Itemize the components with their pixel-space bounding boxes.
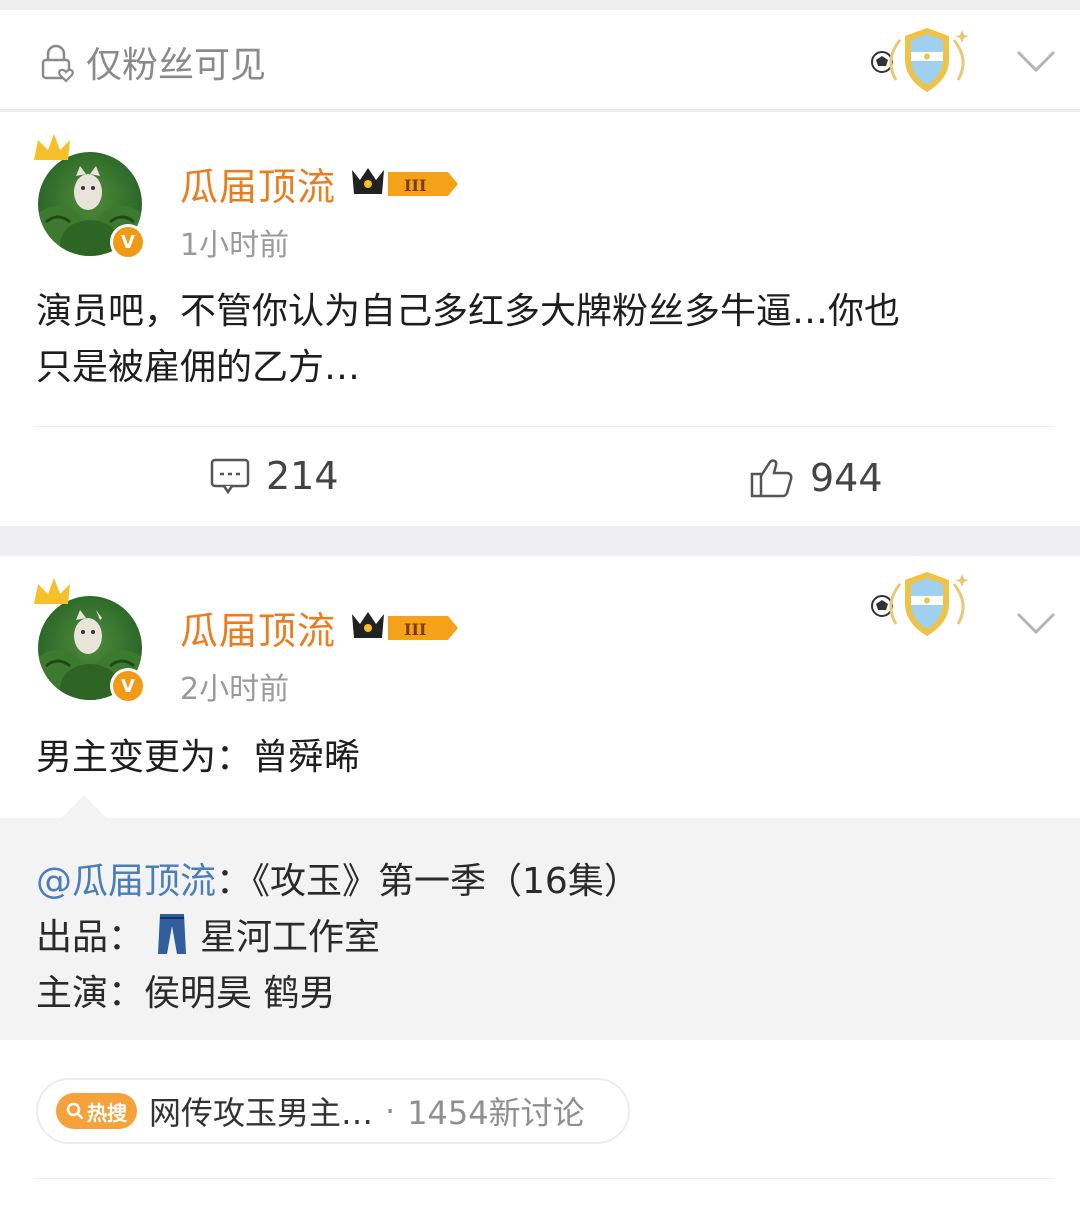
author-row: 瓜届顶流 III <box>180 156 460 211</box>
verified-badge-icon: V <box>110 224 146 260</box>
comment-count: 214 <box>266 454 339 498</box>
repost-producer-line: 出品： 星河工作室 <box>36 908 380 960</box>
repost-cast-line: 主演：侯明昊 鹤男 <box>36 964 335 1016</box>
cast-label: 主演： <box>36 973 145 1014</box>
post-text-line: 只是被雇佣的乙方… <box>36 347 361 388</box>
avatar[interactable]: V <box>30 130 150 260</box>
divider <box>34 1178 1054 1179</box>
post-time: 1小时前 <box>180 228 290 263</box>
verified-badge-icon: V <box>110 668 146 704</box>
repost-title: ：《攻玉》第一季（16集） <box>216 861 640 902</box>
repost-block[interactable]: @瓜届顶流：《攻玉》第一季（16集） 出品： 星河工作室 主演：侯明昊 鹤男 <box>0 795 1080 1040</box>
like-count: 944 <box>810 456 883 500</box>
hot-search-tag: 热搜 <box>56 1093 137 1129</box>
repost-notch <box>61 795 107 841</box>
avatar[interactable]: V <box>30 574 150 704</box>
hot-search-topic: 网传攻玉男主… <box>149 1094 374 1132</box>
lock-heart-icon <box>41 44 74 83</box>
chevron-down-icon[interactable] <box>1014 46 1058 76</box>
producer-name: 星河工作室 <box>200 917 381 958</box>
search-icon <box>66 1102 84 1120</box>
hot-search-tag-label: 热搜 <box>87 1100 127 1125</box>
hot-search-separator: · <box>385 1092 396 1130</box>
author-name[interactable]: 瓜届顶流 <box>180 600 336 655</box>
producer-label: 出品： <box>36 917 145 958</box>
vip-level: III <box>404 176 426 195</box>
visibility-indicator: 仅粉丝可见 <box>36 40 266 86</box>
cast-names: 侯明昊 鹤男 <box>144 973 336 1014</box>
author-name[interactable]: 瓜届顶流 <box>180 156 336 211</box>
post-content: 演员吧，不管你认为自己多红多大牌粉丝多牛逼…你也 只是被雇佣的乙方… <box>36 284 1046 396</box>
post-time: 2小时前 <box>180 672 290 707</box>
vip-crown-badge-icon[interactable]: III <box>348 162 460 206</box>
chevron-down-icon[interactable] <box>1014 608 1058 638</box>
hot-search-count: 1454新讨论 <box>407 1094 585 1132</box>
divider <box>34 426 1054 427</box>
author-row: 瓜届顶流 III <box>180 600 460 655</box>
visibility-label: 仅粉丝可见 <box>86 45 267 86</box>
previous-post-footer: 仅粉丝可见 <box>0 10 1080 110</box>
crown-icon <box>34 578 70 604</box>
post-content: 男主变更为：曾舜晞 <box>36 737 361 778</box>
mention-link[interactable]: @瓜届顶流 <box>36 861 216 902</box>
argentina-medal-icon <box>871 28 969 92</box>
repost-title-line: @瓜届顶流：《攻玉》第一季（16集） <box>36 852 640 904</box>
jeans-icon <box>158 914 187 954</box>
weibo-feed: 仅粉丝可见 V 瓜届顶流 III 1小时前 演员吧，不管你认为自己多红多大牌粉丝… <box>0 0 1080 1205</box>
post-card[interactable]: V 瓜届顶流 III 2小时前 男主变更为：曾舜晞 @瓜届顶流：《攻玉》第一季（… <box>0 556 1080 1205</box>
crown-icon <box>34 134 70 160</box>
hot-search-link[interactable]: 热搜 网传攻玉男主… · 1454新讨论 <box>36 1078 630 1144</box>
argentina-medal-icon <box>871 572 969 636</box>
like-button[interactable]: 944 <box>748 454 883 502</box>
thumbs-up-icon <box>750 459 793 498</box>
comment-icon <box>210 458 250 495</box>
post-text-line: 演员吧，不管你认为自己多红多大牌粉丝多牛逼…你也 <box>36 291 901 332</box>
post-card[interactable]: V 瓜届顶流 III 1小时前 演员吧，不管你认为自己多红多大牌粉丝多牛逼…你也… <box>0 112 1080 526</box>
vip-crown-badge-icon[interactable]: III <box>348 606 460 650</box>
comment-button[interactable]: 214 <box>208 454 339 498</box>
vip-level: III <box>404 620 426 639</box>
